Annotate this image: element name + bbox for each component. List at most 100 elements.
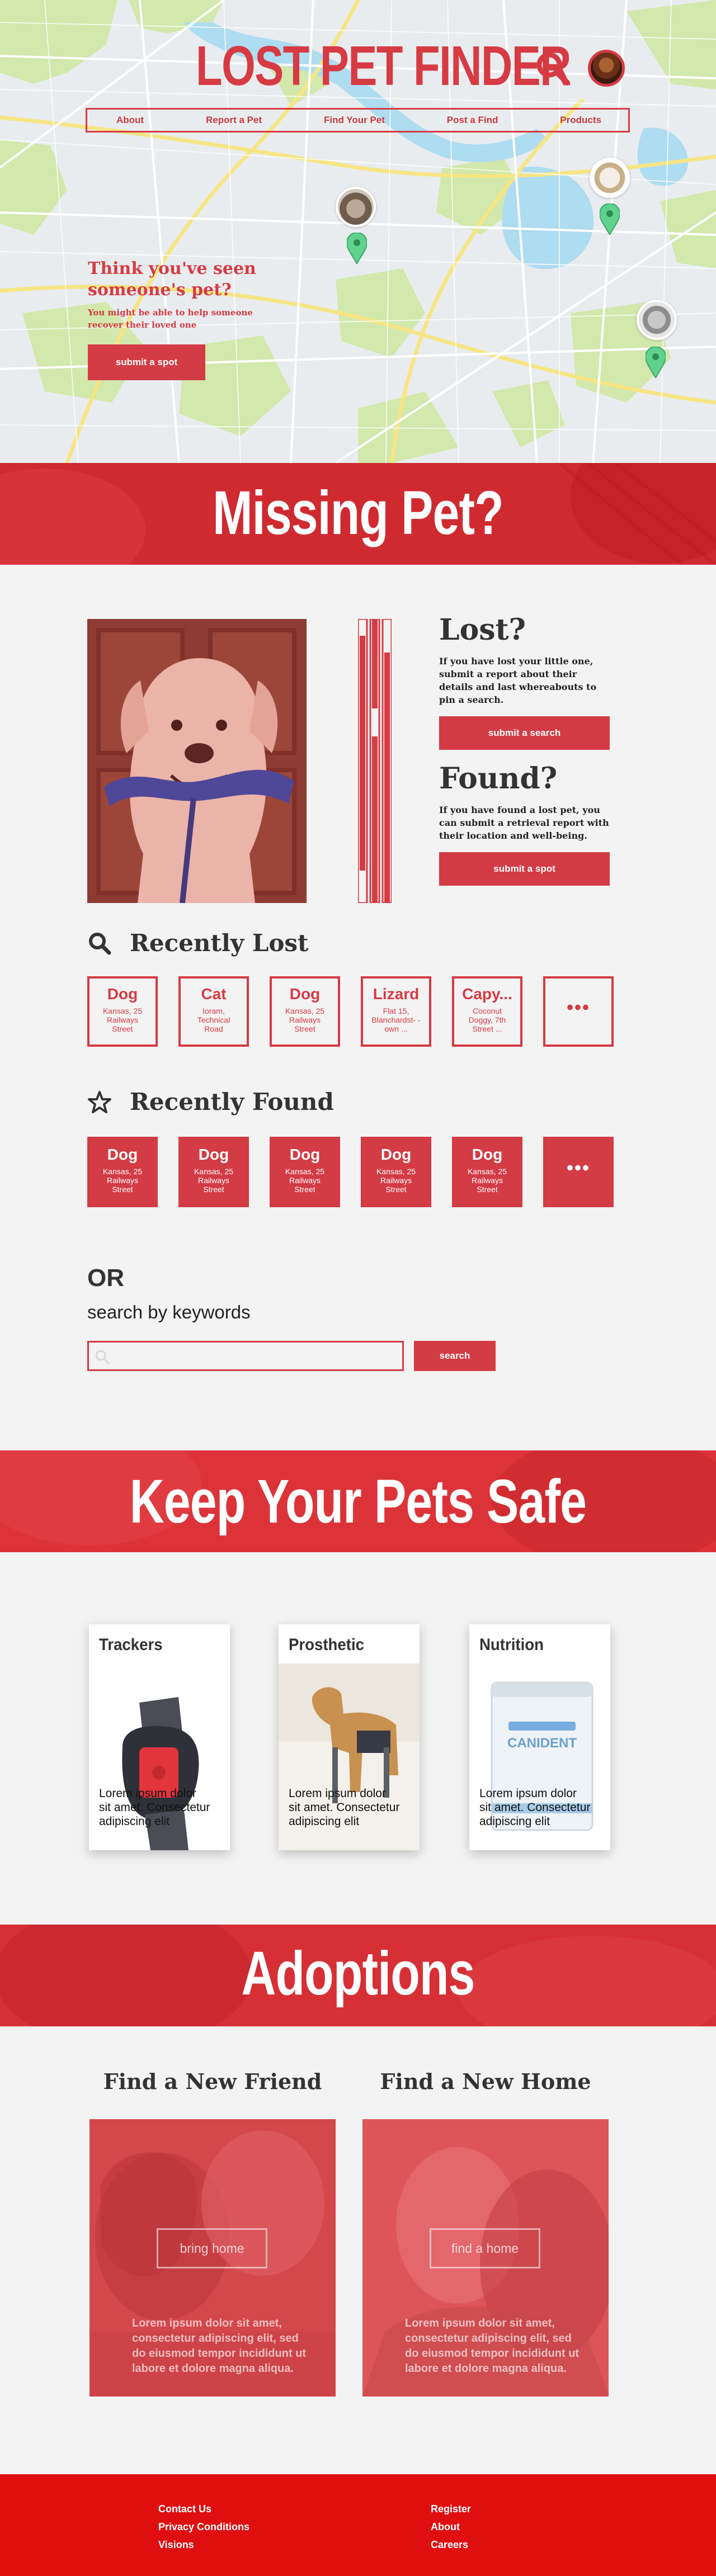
pet-species: Dog <box>472 1146 503 1163</box>
find-home-card[interactable]: find a home Lorem ipsum dolor sit amet, … <box>362 2119 609 2397</box>
submit-search-button[interactable]: submit a search <box>439 716 610 750</box>
keyword-search-field[interactable] <box>87 1341 404 1371</box>
map-pin-icon[interactable] <box>347 233 367 264</box>
found-pet-card[interactable]: Dog Kansas, 25 Railways Street <box>87 1137 158 1207</box>
pet-species: Dog <box>107 985 138 1003</box>
lost-pet-card[interactable]: Dog Kansas, 25 Railways Street <box>87 976 158 1047</box>
keep-pets-safe-title: Keep Your Pets Safe <box>129 1467 587 1536</box>
recently-found-title: Recently Found <box>130 1088 334 1116</box>
product-label-text: CANIDENT <box>507 1736 577 1751</box>
hero-heading: Think you've seen someone's pet? <box>88 259 256 300</box>
recently-lost-list: Dog Kansas, 25 Railways Street Cat Ioram, … <box>87 976 614 1047</box>
pet-species: Dog <box>289 1146 321 1163</box>
pet-address: Flat 15, Blanchardst- -own ... <box>371 1006 421 1033</box>
pet-species: Cat <box>201 985 227 1003</box>
footer-link-privacy-conditions[interactable]: Privacy Conditions <box>158 2518 249 2536</box>
submit-spot-button[interactable]: submit a spot <box>439 852 610 886</box>
more-found-button[interactable]: ••• <box>543 1137 614 1207</box>
user-avatar[interactable] <box>588 50 625 87</box>
map-pin-icon[interactable] <box>646 347 666 378</box>
dog-photo <box>87 619 307 903</box>
find-home-heading: Find a New Home <box>380 2069 591 2094</box>
search-icon <box>95 1350 110 1364</box>
lost-title: Lost? <box>439 613 526 647</box>
lost-found-panel: Lost? If you have lost your little one, … <box>439 612 613 886</box>
keyword-search-subtitle: search by keywords <box>87 1302 251 1322</box>
adoptions-title: Adoptions <box>241 1939 475 2008</box>
pet-address: Kansas, 25 Railways Street <box>102 1167 143 1194</box>
hero-text: You might be able to help someone recove… <box>88 308 253 330</box>
main-nav: About Report a Pet Find Your Pet Post a … <box>86 108 630 133</box>
nav-item-post-a-find[interactable]: Post a Find <box>447 115 498 126</box>
nav-item-find-your-pet[interactable]: Find Your Pet <box>324 115 385 126</box>
keyword-search-button[interactable]: search <box>414 1341 496 1371</box>
found-pet-card[interactable]: Dog Kansas, 25 Railways Street <box>361 1137 431 1207</box>
pet-species: Lizard <box>373 985 420 1003</box>
or-label: OR <box>87 1264 124 1292</box>
product-title: Prosthetic <box>289 1636 364 1654</box>
lost-pet-card[interactable]: Dog Kansas, 25 Railways Street <box>270 976 340 1047</box>
find-friend-text: Lorem ipsum dolor sit amet, consectetur … <box>132 2317 307 2375</box>
pet-species: Dog <box>380 1146 412 1163</box>
find-friend-card[interactable]: bring home Lorem ipsum dolor sit amet, c… <box>90 2119 336 2397</box>
product-card-nutrition[interactable]: CANIDENT Nutrition Lorem ipsum dolor sit… <box>469 1624 610 1850</box>
more-lost-button[interactable]: ••• <box>543 976 614 1047</box>
map-pin-icon[interactable] <box>600 204 620 235</box>
footer-link-visions[interactable]: Visions <box>158 2536 249 2554</box>
hero-map-section: LOST PET FINDER About Report a Pet Find … <box>0 0 716 463</box>
hero-submit-spot-button[interactable]: submit a spot <box>88 344 205 380</box>
nav-item-products[interactable]: Products <box>560 115 601 126</box>
recently-lost-heading: Recently Lost <box>87 929 308 957</box>
recently-lost-title: Recently Lost <box>130 929 309 957</box>
product-card-prosthetic[interactable]: Prosthetic Lorem ipsum dolor sit amet. C… <box>279 1624 420 1850</box>
pet-address: Coconut Doggy, 7th Street ... <box>468 1006 506 1033</box>
pet-photo-marker[interactable] <box>637 300 677 340</box>
found-pet-card[interactable]: Dog Kansas, 25 Railways Street <box>178 1137 249 1207</box>
footer-link-register[interactable]: Register <box>431 2500 471 2518</box>
lost-pet-card[interactable]: Cat Ioram, Technical Road <box>178 976 249 1047</box>
found-pet-card[interactable]: Dog Kansas, 25 Railways Street <box>270 1137 340 1207</box>
nav-item-report-a-pet[interactable]: Report a Pet <box>206 115 262 126</box>
pet-address: Kansas, 25 Railways Street <box>102 1006 143 1033</box>
page: LOST PET FINDER About Report a Pet Find … <box>0 0 716 2576</box>
lost-pet-card[interactable]: Capy... Coconut Doggy, 7th Street ... <box>452 976 522 1047</box>
find-a-home-button[interactable]: find a home <box>430 2228 540 2268</box>
found-pet-card[interactable]: Dog Kansas, 25 Railways Street <box>452 1137 522 1207</box>
pet-species: Dog <box>107 1146 138 1163</box>
decorative-stripes <box>358 619 392 903</box>
star-icon <box>88 1090 111 1113</box>
pet-species: Dog <box>289 985 321 1003</box>
keyword-search-input[interactable] <box>116 1346 395 1366</box>
find-home-text: Lorem ipsum dolor sit amet, consectetur … <box>405 2317 580 2375</box>
pet-species: Capy... <box>462 985 512 1003</box>
product-description: Lorem ipsum dolor sit amet. Consectetur … <box>479 1787 591 1828</box>
product-description: Lorem ipsum dolor sit amet. Consectetur … <box>289 1787 400 1828</box>
hero-callout: Think you've seen someone's pet? You mig… <box>88 258 272 380</box>
recently-found-list: Dog Kansas, 25 Railways Street Dog Kansas,… <box>87 1137 614 1207</box>
pet-address: Kansas, 25 Railways Street <box>194 1167 234 1194</box>
product-title: Trackers <box>99 1636 163 1654</box>
lost-pet-card[interactable]: Lizard Flat 15, Blanchardst- -own ... <box>361 976 431 1047</box>
lost-text: If you have lost your little one, submit… <box>439 656 597 705</box>
pet-photo-marker[interactable] <box>590 158 630 198</box>
pet-species: Dog <box>198 1146 229 1163</box>
footer-link-about[interactable]: About <box>431 2518 471 2536</box>
search-icon[interactable] <box>534 49 572 87</box>
found-text: If you have found a lost pet, you can su… <box>439 805 609 841</box>
find-friend-heading: Find a New Friend <box>103 2069 322 2094</box>
bring-home-button[interactable]: bring home <box>157 2228 267 2268</box>
more-dots-icon: ••• <box>567 1157 590 1179</box>
pet-address: Kansas, 25 Railways Street <box>376 1167 416 1194</box>
missing-pet-banner: Missing Pet? <box>0 463 716 565</box>
missing-pet-title: Missing Pet? <box>213 479 504 547</box>
footer-link-contact-us[interactable]: Contact Us <box>158 2500 249 2518</box>
product-description: Lorem ipsum dolor sit amet. Consectetur … <box>99 1787 210 1828</box>
site-logo[interactable]: LOST PET FINDER <box>196 38 572 94</box>
pet-address: Kansas, 25 Railways Street <box>467 1167 507 1194</box>
pet-address: Ioram, Technical Road <box>197 1006 230 1033</box>
nav-item-about[interactable]: About <box>116 115 144 126</box>
footer-links-right: Register About Careers <box>431 2500 471 2554</box>
footer-link-careers[interactable]: Careers <box>431 2536 471 2554</box>
pet-photo-marker[interactable] <box>336 187 376 227</box>
product-card-trackers[interactable]: Trackers Lorem ipsum dolor sit amet. Con… <box>89 1624 230 1850</box>
